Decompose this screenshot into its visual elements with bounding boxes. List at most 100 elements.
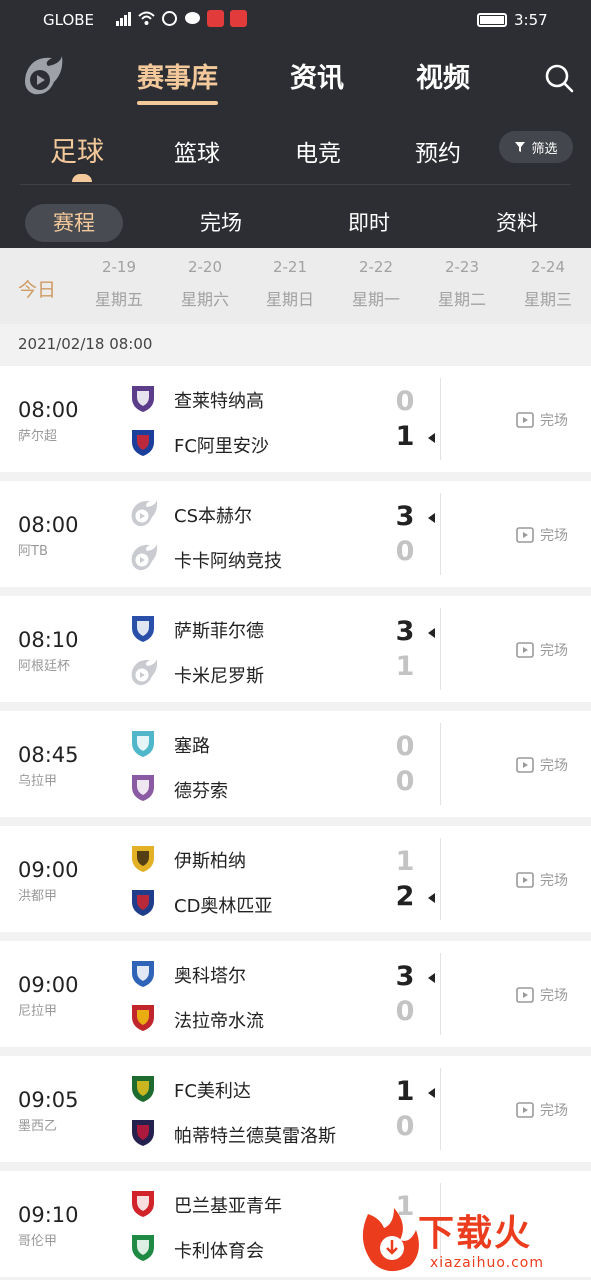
- match-status[interactable]: 完场: [516, 985, 568, 1005]
- match-time: 09:00: [18, 973, 79, 997]
- date-item[interactable]: 2-21 星期日: [255, 258, 325, 310]
- tab-basketball[interactable]: 篮球: [174, 134, 220, 168]
- watermark-url: xiazaihuo.com: [430, 1255, 544, 1271]
- video-replay-icon: [516, 412, 534, 428]
- away-team-name: 德芬索: [174, 781, 228, 802]
- away-score: 2: [395, 881, 415, 912]
- away-score: 1: [395, 421, 415, 452]
- home-team-name: FC美利达: [174, 1081, 251, 1102]
- tab-football[interactable]: 足球: [50, 130, 104, 169]
- status-label: 完场: [540, 528, 568, 544]
- match-time: 08:10: [18, 628, 79, 652]
- match-card[interactable]: 08:00 阿TB CS本赫尔 卡卡阿纳竞技 3 0 完场: [0, 481, 591, 587]
- carrier-label: GLOBE: [43, 11, 95, 29]
- match-card[interactable]: 09:00 尼拉甲 奥科塔尔 法拉帝水流 3 0 完场: [0, 941, 591, 1047]
- tab-videos[interactable]: 视频: [416, 56, 470, 95]
- match-time: 09:05: [18, 1088, 79, 1112]
- league-name: 哥伦甲: [18, 1234, 58, 1249]
- home-score: 3: [395, 961, 415, 992]
- match-card[interactable]: 09:05 墨西乙 FC美利达 帕蒂特兰德莫雷洛斯 1 0 完场: [0, 1056, 591, 1162]
- date-item[interactable]: 2-24 星期三: [513, 258, 583, 310]
- tab-esports[interactable]: 电竞: [295, 134, 341, 168]
- winner-arrow-icon: [428, 893, 435, 903]
- card-divider: [440, 953, 441, 1035]
- top-navigation: 赛事库 资讯 视频: [0, 56, 591, 106]
- status-label: 完场: [540, 413, 568, 429]
- home-team-name: 奥科塔尔: [174, 966, 246, 987]
- signal-icon: [116, 12, 131, 26]
- home-score: 3: [395, 616, 415, 647]
- away-score: 1: [395, 651, 415, 682]
- date-today[interactable]: 今日: [18, 275, 56, 302]
- video-replay-icon: [516, 757, 534, 773]
- card-divider: [440, 723, 441, 805]
- winner-arrow-icon: [428, 1088, 435, 1098]
- date-selector: 今日 2-19 星期五 2-20 星期六 2-21 星期日 2-22 星期一 2-23 星…: [0, 248, 591, 324]
- league-name: 阿TB: [18, 544, 48, 559]
- tab-finished[interactable]: 完场: [172, 204, 270, 242]
- date-item[interactable]: 2-20 星期六: [170, 258, 240, 310]
- match-status[interactable]: 完场: [516, 870, 568, 890]
- video-replay-icon: [516, 987, 534, 1003]
- league-name: 阿根廷杯: [18, 659, 71, 674]
- home-score: 1: [395, 846, 415, 877]
- league-name: 萨尔超: [18, 429, 58, 444]
- tab-news[interactable]: 资讯: [290, 56, 344, 95]
- match-card[interactable]: 08:10 阿根廷杯 萨斯菲尔德 卡米尼罗斯 3 1 完场: [0, 596, 591, 702]
- date-item[interactable]: 2-23 星期二: [427, 258, 497, 310]
- status-label: 完场: [540, 988, 568, 1004]
- tab-event-library[interactable]: 赛事库: [137, 56, 218, 105]
- home-team-name: 查莱特纳高: [174, 391, 264, 412]
- away-team-name: 卡卡阿纳竞技: [174, 551, 282, 572]
- card-divider: [440, 493, 441, 575]
- home-score: 0: [395, 386, 415, 417]
- date-item[interactable]: 2-19 星期五: [84, 258, 154, 310]
- league-name: 洪都甲: [18, 889, 58, 904]
- match-card[interactable]: 08:45 乌拉甲 塞路 德芬索 0 0 完场: [0, 711, 591, 817]
- away-team-name: 卡利体育会: [174, 1241, 264, 1262]
- match-status[interactable]: 完场: [516, 525, 568, 545]
- status-bar: GLOBE 3:57: [0, 0, 591, 40]
- tab-schedule[interactable]: 赛程: [25, 204, 123, 242]
- status-label: 完场: [540, 873, 568, 889]
- card-divider: [440, 838, 441, 920]
- tab-live[interactable]: 即时: [320, 204, 418, 242]
- watermark-text: 下载火: [418, 1213, 533, 1254]
- video-replay-icon: [516, 872, 534, 888]
- match-status[interactable]: 完场: [516, 410, 568, 430]
- home-score: 3: [395, 501, 415, 532]
- winner-arrow-icon: [428, 513, 435, 523]
- tab-info[interactable]: 资料: [468, 204, 566, 242]
- match-time: 08:00: [18, 513, 79, 537]
- search-icon[interactable]: [543, 62, 575, 94]
- winner-arrow-icon: [428, 973, 435, 983]
- away-score: 0: [395, 536, 415, 567]
- away-team-name: FC阿里安沙: [174, 436, 269, 457]
- match-time: 08:45: [18, 743, 79, 767]
- card-divider: [440, 608, 441, 690]
- video-replay-icon: [516, 527, 534, 543]
- away-score: 0: [395, 766, 415, 797]
- card-divider: [440, 378, 441, 460]
- match-card[interactable]: 08:00 萨尔超 查莱特纳高 FC阿里安沙 0 1 完场: [0, 366, 591, 472]
- league-name: 墨西乙: [18, 1119, 58, 1134]
- match-card[interactable]: 09:00 洪都甲 伊斯柏纳 CD奥林匹亚 1 2 完场: [0, 826, 591, 932]
- winner-arrow-icon: [428, 433, 435, 443]
- winner-arrow-icon: [428, 628, 435, 638]
- filter-button[interactable]: 筛选: [499, 131, 573, 163]
- active-tab-indicator: [72, 174, 92, 182]
- match-status[interactable]: 完场: [516, 755, 568, 775]
- clock: 3:57: [514, 11, 548, 29]
- huawei-icon: [230, 10, 247, 27]
- home-team-name: 萨斯菲尔德: [174, 621, 264, 642]
- match-status[interactable]: 完场: [516, 1100, 568, 1120]
- away-score: 0: [395, 996, 415, 1027]
- tab-reservation[interactable]: 预约: [415, 134, 461, 168]
- match-time: 09:10: [18, 1203, 79, 1227]
- date-item[interactable]: 2-22 星期一: [341, 258, 411, 310]
- status-label: 完场: [540, 758, 568, 774]
- match-status[interactable]: 完场: [516, 640, 568, 660]
- match-time: 08:00: [18, 398, 79, 422]
- home-team-name: 伊斯柏纳: [174, 851, 246, 872]
- sync-icon: [162, 11, 177, 26]
